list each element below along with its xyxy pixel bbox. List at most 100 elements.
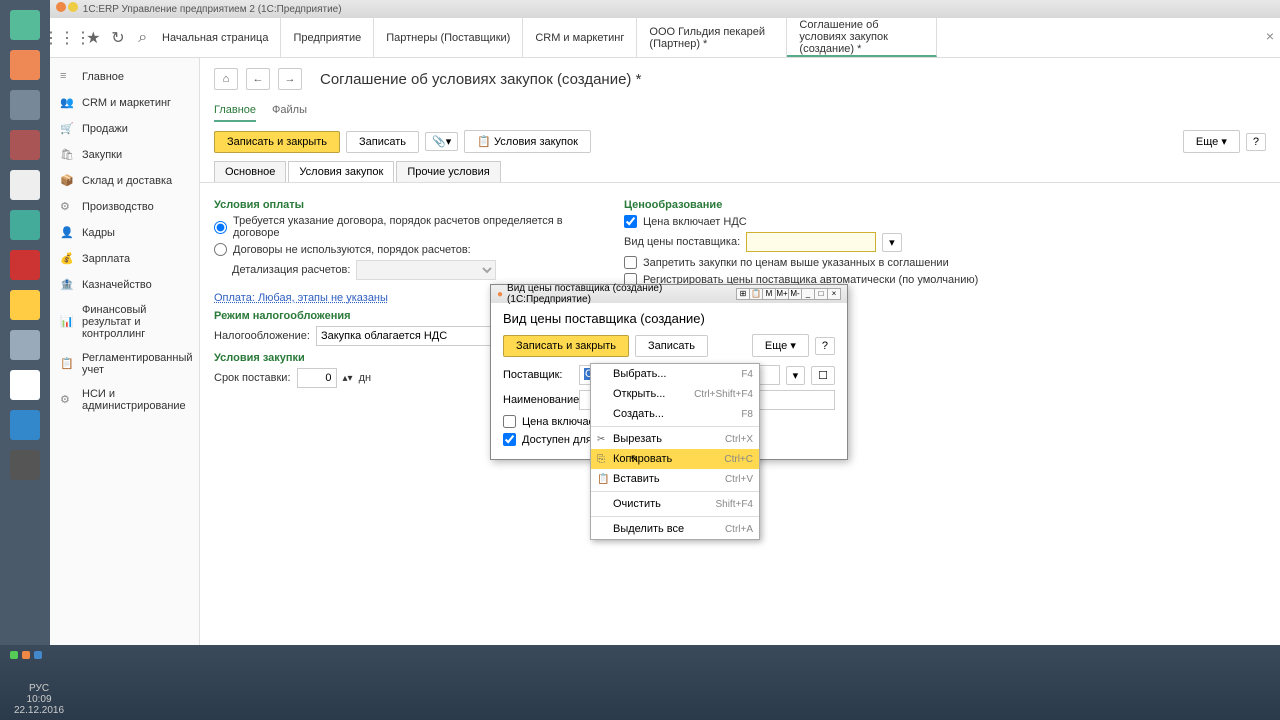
search-icon[interactable]: ⌕ bbox=[135, 29, 150, 47]
nav-tab[interactable]: Начальная страница bbox=[150, 18, 281, 57]
desktop-icon[interactable] bbox=[10, 290, 40, 320]
dlg-vat-checkbox[interactable] bbox=[503, 415, 516, 428]
dlg-save-button[interactable]: Записать bbox=[635, 335, 708, 357]
desktop-icon[interactable] bbox=[10, 410, 40, 440]
nav-tab[interactable]: Предприятие bbox=[281, 18, 374, 57]
page-title: Соглашение об условиях закупок (создание… bbox=[320, 71, 641, 88]
vat-checkbox[interactable] bbox=[624, 215, 637, 228]
desktop-panel bbox=[0, 0, 50, 720]
dlg-help-button[interactable]: ? bbox=[815, 337, 835, 355]
inner-tab[interactable]: Прочие условия bbox=[396, 161, 500, 182]
inner-tab[interactable]: Условия закупок bbox=[288, 161, 394, 182]
nav-tab[interactable]: Партнеры (Поставщики) bbox=[374, 18, 523, 57]
back-button[interactable]: ← bbox=[246, 68, 270, 90]
dialog-titlebar[interactable]: ● Вид цены поставщика (создание) (1С:Пре… bbox=[491, 285, 847, 303]
desktop-icon[interactable] bbox=[10, 90, 40, 120]
window-title: 1С:ERP Управление предприятием 2 (1С:Пре… bbox=[83, 4, 342, 15]
pricetype-input[interactable] bbox=[746, 232, 876, 252]
desktop-icon[interactable] bbox=[10, 210, 40, 240]
desktop-icon[interactable] bbox=[10, 330, 40, 360]
dlg-min-icon[interactable]: _ bbox=[801, 288, 815, 300]
star-icon[interactable]: ★ bbox=[86, 29, 101, 47]
sidebar-icon: ⚙ bbox=[60, 200, 74, 214]
sidebar-item[interactable]: 🏦Казначейство bbox=[50, 272, 199, 298]
nav-tab[interactable]: CRM и маркетинг bbox=[523, 18, 637, 57]
tax-input[interactable] bbox=[316, 326, 516, 346]
save-button[interactable]: Записать bbox=[346, 131, 419, 153]
context-menu-item[interactable]: Выбрать...F4 bbox=[591, 364, 759, 384]
desktop-icon[interactable] bbox=[10, 50, 40, 80]
more-button[interactable]: Еще ▾ bbox=[1183, 130, 1240, 153]
dlg-avail-checkbox[interactable] bbox=[503, 433, 516, 446]
desktop-icon[interactable] bbox=[10, 250, 40, 280]
supplier-open[interactable]: ☐ bbox=[811, 366, 835, 385]
ban-checkbox[interactable] bbox=[624, 256, 637, 269]
sidebar-item[interactable]: 📋Регламентированный учет bbox=[50, 346, 199, 382]
dlg-btn[interactable]: M bbox=[762, 288, 776, 300]
sidebar-icon: 📊 bbox=[60, 315, 74, 329]
dlg-btn[interactable]: M- bbox=[788, 288, 802, 300]
top-toolbar: ⋮⋮⋮ ★ ↻ ⌕ Начальная страницаПредприятиеП… bbox=[50, 18, 1280, 58]
attach-button[interactable]: 📎▾ bbox=[425, 132, 458, 151]
terms-button[interactable]: 📋 Условия закупок bbox=[464, 130, 591, 153]
apps-icon[interactable]: ⋮⋮⋮ bbox=[58, 29, 76, 47]
inner-tabs: ОсновноеУсловия закупокПрочие условия bbox=[200, 161, 1280, 183]
section-payment: Условия оплаты bbox=[214, 199, 594, 211]
context-menu-item[interactable]: ✂ВырезатьCtrl+X bbox=[591, 429, 759, 449]
dlg-btn[interactable]: ⊞ bbox=[736, 288, 750, 300]
sidebar-icon: 🏦 bbox=[60, 278, 74, 292]
supplier-dropdown[interactable]: ▾ bbox=[786, 366, 806, 385]
sidebar: ≡Главное👥CRM и маркетинг🛒Продажи🛍Закупки… bbox=[50, 58, 200, 645]
desktop-icon[interactable] bbox=[10, 130, 40, 160]
sidebar-icon: 🛍 bbox=[60, 148, 74, 162]
history-icon[interactable]: ↻ bbox=[111, 29, 126, 47]
nav-tab[interactable]: ООО Гильдия пекарей (Партнер) * bbox=[637, 18, 787, 57]
inner-tab[interactable]: Основное bbox=[214, 161, 286, 182]
term-input[interactable] bbox=[297, 368, 337, 388]
dlg-more-button[interactable]: Еще ▾ bbox=[752, 334, 809, 357]
home-button[interactable]: ⌂ bbox=[214, 68, 238, 90]
subtab-files[interactable]: Файлы bbox=[272, 100, 307, 122]
sidebar-item[interactable]: 🛍Закупки bbox=[50, 142, 199, 168]
context-menu-item[interactable]: Выделить всеCtrl+A bbox=[591, 519, 759, 539]
sidebar-item[interactable]: 👤Кадры bbox=[50, 220, 199, 246]
context-menu-item[interactable]: 📋ВставитьCtrl+V bbox=[591, 469, 759, 489]
sidebar-item[interactable]: 📊Финансовый результат и контроллинг bbox=[50, 298, 199, 346]
sidebar-item[interactable]: ⚙Производство bbox=[50, 194, 199, 220]
help-button[interactable]: ? bbox=[1246, 133, 1266, 151]
sidebar-icon: 📦 bbox=[60, 174, 74, 188]
detail-select bbox=[356, 260, 496, 280]
dlg-btn[interactable]: M+ bbox=[775, 288, 789, 300]
desktop-icon[interactable] bbox=[10, 170, 40, 200]
dlg-btn[interactable]: 📋 bbox=[749, 288, 763, 300]
section-pricing: Ценообразование bbox=[624, 199, 1004, 211]
desktop-icon[interactable] bbox=[10, 450, 40, 480]
sidebar-item[interactable]: ≡Главное bbox=[50, 64, 199, 90]
context-menu-item[interactable]: Создать...F8 bbox=[591, 404, 759, 424]
sidebar-item[interactable]: 💰Зарплата bbox=[50, 246, 199, 272]
sidebar-item[interactable]: ⚙НСИ и администрирование bbox=[50, 382, 199, 418]
sidebar-item[interactable]: 📦Склад и доставка bbox=[50, 168, 199, 194]
subtab-main[interactable]: Главное bbox=[214, 100, 256, 122]
dlg-close-icon[interactable]: × bbox=[827, 288, 841, 300]
pricetype-dropdown[interactable]: ▾ bbox=[882, 233, 902, 252]
dlg-max-icon[interactable]: □ bbox=[814, 288, 828, 300]
context-menu: Выбрать...F4Открыть...Ctrl+Shift+F4Созда… bbox=[590, 363, 760, 540]
sidebar-item[interactable]: 👥CRM и маркетинг bbox=[50, 90, 199, 116]
forward-button[interactable]: → bbox=[278, 68, 302, 90]
nav-tab[interactable]: Соглашение об условиях закупок (создание… bbox=[787, 18, 937, 57]
radio-nocontract[interactable] bbox=[214, 243, 227, 256]
sidebar-icon: 💰 bbox=[60, 252, 74, 266]
save-close-button[interactable]: Записать и закрыть bbox=[214, 131, 340, 153]
taskbar-clock[interactable]: РУС 10:09 22.12.2016 bbox=[14, 683, 64, 716]
payment-link[interactable]: Оплата: Любая, этапы не указаны bbox=[214, 292, 388, 304]
desktop-icon[interactable] bbox=[10, 370, 40, 400]
dlg-save-close-button[interactable]: Записать и закрыть bbox=[503, 335, 629, 357]
context-menu-item[interactable]: ОчиститьShift+F4 bbox=[591, 494, 759, 514]
window-titlebar: 1С:ERP Управление предприятием 2 (1С:Пре… bbox=[50, 0, 1280, 18]
context-menu-item[interactable]: ⎘КопироватьCtrl+C bbox=[591, 449, 759, 469]
radio-contract[interactable] bbox=[214, 221, 227, 234]
context-menu-item[interactable]: Открыть...Ctrl+Shift+F4 bbox=[591, 384, 759, 404]
desktop-icon[interactable] bbox=[10, 10, 40, 40]
sidebar-item[interactable]: 🛒Продажи bbox=[50, 116, 199, 142]
